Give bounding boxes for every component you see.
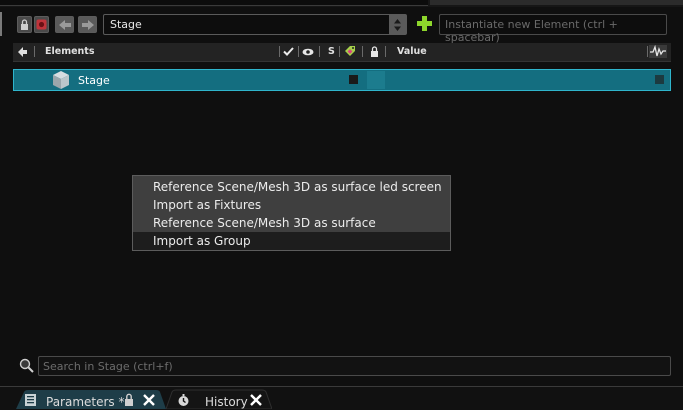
tab-history[interactable]: History <box>166 392 272 409</box>
record-button[interactable] <box>34 16 49 33</box>
header-separator <box>34 46 35 57</box>
close-icon[interactable] <box>250 394 262 406</box>
list-icon <box>25 394 36 406</box>
cube-icon <box>53 71 69 89</box>
search-input[interactable]: Search in Stage (ctrl+f) <box>38 356 671 376</box>
left-edge <box>0 12 2 36</box>
row-checkbox[interactable] <box>349 75 358 84</box>
tab-parameters-label: Parameters * <box>46 395 125 409</box>
tree-row-stage[interactable]: Stage <box>13 69 671 91</box>
stage-select[interactable]: Stage <box>103 14 407 35</box>
top-strip-right <box>430 0 683 5</box>
collapse-arrow-icon[interactable] <box>18 47 27 57</box>
header-separator <box>385 46 386 57</box>
lock-icon <box>21 19 28 30</box>
add-element-plus-icon[interactable] <box>416 15 433 32</box>
header-separator <box>279 46 280 57</box>
close-icon[interactable] <box>143 394 155 406</box>
tag-icon[interactable] <box>344 46 356 57</box>
lock-button[interactable] <box>17 16 32 33</box>
header-separator <box>647 46 648 57</box>
lock-column-icon[interactable] <box>370 46 379 57</box>
menu-item-reference-led-screen[interactable]: Reference Scene/Mesh 3D as surface led s… <box>133 178 450 196</box>
search-icon <box>19 358 34 373</box>
waveform-icon[interactable] <box>649 45 667 58</box>
forward-button[interactable] <box>78 16 97 33</box>
solo-column-header[interactable]: S <box>328 46 335 57</box>
clock-icon <box>178 394 189 406</box>
header-separator <box>298 46 299 57</box>
updown-arrows-icon <box>394 18 401 31</box>
instantiate-element-input[interactable]: Instantiate new Element (ctrl + spacebar… <box>439 14 667 44</box>
arrow-right-icon <box>81 19 94 30</box>
header-separator <box>339 46 340 57</box>
top-strip-left <box>0 0 428 6</box>
tab-history-label: History <box>205 395 248 409</box>
elements-header: Elements S Value <box>13 43 671 62</box>
record-icon <box>36 19 47 30</box>
menu-item-import-group[interactable]: Import as Group <box>133 232 450 250</box>
header-separator <box>362 46 363 57</box>
context-menu: Reference Scene/Mesh 3D as surface led s… <box>132 175 451 251</box>
tab-lock-icon[interactable] <box>124 393 134 406</box>
row-value-indicator[interactable] <box>655 75 664 84</box>
menu-item-import-fixtures[interactable]: Import as Fixtures <box>133 196 450 214</box>
back-button[interactable] <box>55 16 74 33</box>
eye-icon[interactable] <box>302 48 314 56</box>
header-separator <box>319 46 320 57</box>
top-strip <box>0 0 683 7</box>
stage-select-spinner[interactable] <box>389 15 406 34</box>
menu-item-reference-surface[interactable]: Reference Scene/Mesh 3D as surface <box>133 214 450 232</box>
checkmark-icon[interactable] <box>283 47 294 56</box>
row-color-swatch[interactable] <box>367 71 385 89</box>
arrow-left-icon <box>58 19 71 30</box>
value-column-header[interactable]: Value <box>397 46 427 57</box>
tree-row-label: Stage <box>78 74 110 87</box>
stage-select-value: Stage <box>110 18 142 31</box>
tab-parameters[interactable]: Parameters * <box>16 392 166 409</box>
elements-column-header[interactable]: Elements <box>45 46 95 57</box>
